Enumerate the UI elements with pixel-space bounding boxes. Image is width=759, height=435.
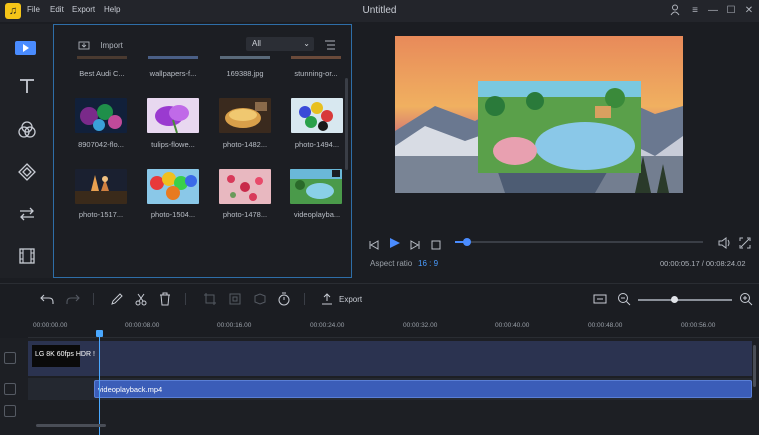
media-item-label[interactable]: photo-1504...: [143, 210, 203, 219]
overlays-tab-icon[interactable]: [0, 152, 53, 192]
zoom-in-icon[interactable]: [739, 292, 753, 306]
track-lock-icon[interactable]: [4, 405, 16, 417]
ruler-tick-label: 00:00:24.00: [310, 322, 345, 329]
playback-track[interactable]: [455, 238, 703, 246]
account-icon[interactable]: [668, 4, 682, 18]
thumb-edge: [220, 56, 270, 59]
export-button[interactable]: Export: [339, 295, 362, 304]
media-item-label[interactable]: photo-1494...: [287, 140, 347, 149]
aspect-ratio-select[interactable]: 16 : 9: [418, 259, 438, 268]
toolbar-divider: [93, 293, 94, 305]
stop-button[interactable]: [431, 237, 441, 255]
chevron-down-icon: ⌄: [303, 39, 310, 48]
media-item-label[interactable]: photo-1478...: [215, 210, 275, 219]
filter-value: All: [252, 39, 261, 48]
media-scrollbar[interactable]: [345, 78, 348, 170]
media-tab-icon[interactable]: [15, 41, 36, 55]
timeline-vscrollbar[interactable]: [753, 345, 756, 387]
fullscreen-icon[interactable]: [739, 236, 751, 254]
video-clip-label: LG 8K 60fps HDR !: [35, 351, 95, 358]
preview-canvas[interactable]: [395, 36, 683, 193]
crop-icon[interactable]: [203, 292, 217, 306]
zoom-out-icon[interactable]: [617, 292, 631, 306]
window-title: Untitled: [362, 5, 397, 16]
thumb-edge: [148, 56, 198, 59]
ruler-tick-label: 00:00:08.00: [125, 322, 160, 329]
playhead-handle[interactable]: [96, 330, 103, 337]
media-thumb[interactable]: [147, 169, 199, 204]
redo-icon[interactable]: [66, 292, 80, 306]
media-thumb[interactable]: [219, 169, 271, 204]
edit-icon[interactable]: [110, 292, 124, 306]
toolbar-divider: [185, 293, 186, 305]
zoom-slider-knob[interactable]: [670, 296, 678, 303]
track-visibility-icon[interactable]: [4, 352, 16, 364]
transitions-tab-icon[interactable]: [0, 194, 53, 234]
split-icon[interactable]: [134, 292, 148, 306]
volume-icon[interactable]: [718, 236, 732, 254]
media-thumb[interactable]: [290, 169, 342, 204]
thumb-edge: [291, 56, 341, 59]
maximize-icon[interactable]: ☐: [724, 4, 738, 18]
media-filter-select[interactable]: All ⌄: [246, 37, 314, 51]
menu-icon[interactable]: ≡: [688, 4, 702, 18]
timeline-hscrollbar[interactable]: [36, 424, 106, 427]
elements-tab-icon[interactable]: [0, 236, 53, 276]
media-thumb[interactable]: [75, 98, 127, 133]
media-thumb[interactable]: [291, 98, 343, 133]
media-panel: [53, 24, 352, 278]
close-icon[interactable]: ✕: [742, 4, 756, 18]
zoom-slider[interactable]: [638, 299, 732, 301]
minimize-icon[interactable]: —: [706, 4, 720, 18]
video-track[interactable]: [28, 341, 752, 376]
track-mute-icon[interactable]: [4, 383, 16, 395]
media-thumb[interactable]: [75, 169, 127, 204]
text-tab-icon[interactable]: [0, 66, 53, 106]
ruler-tick-label: 00:00:00.00: [33, 322, 68, 329]
import-label: Import: [100, 41, 123, 50]
ruler-tick-label: 00:00:56.00: [681, 322, 716, 329]
media-item-label[interactable]: 8907042-flo...: [71, 140, 131, 149]
filters-tab-icon[interactable]: [0, 110, 53, 150]
playhead[interactable]: [99, 330, 100, 435]
delete-icon[interactable]: [158, 292, 172, 306]
ruler-tick-label: 00:00:40.00: [495, 322, 530, 329]
media-item-label[interactable]: videoplayba...: [287, 210, 347, 219]
duration-icon[interactable]: [277, 292, 291, 306]
aspect-ratio-label: Aspect ratio: [370, 259, 413, 268]
list-view-icon[interactable]: [324, 38, 336, 50]
export-icon[interactable]: [320, 292, 334, 306]
media-thumb[interactable]: [147, 98, 199, 133]
mosaic-icon[interactable]: [228, 292, 242, 306]
play-button[interactable]: [388, 236, 401, 254]
media-item-label[interactable]: photo-1517...: [71, 210, 131, 219]
media-item-label[interactable]: stunning-or...: [286, 69, 346, 78]
undo-icon[interactable]: [40, 292, 54, 306]
media-thumb[interactable]: [219, 98, 271, 133]
ruler-tick-label: 00:00:48.00: [588, 322, 623, 329]
freeze-icon[interactable]: [253, 292, 267, 306]
audio-clip[interactable]: [94, 380, 752, 398]
media-item-label[interactable]: photo-1482...: [215, 140, 275, 149]
import-button[interactable]: Import: [78, 41, 123, 50]
prev-frame-icon[interactable]: [368, 237, 380, 255]
media-item-label[interactable]: 169388.jpg: [215, 69, 275, 78]
toolbar-divider: [304, 293, 305, 305]
media-item-label[interactable]: tulips-flowe...: [143, 140, 203, 149]
media-item-label[interactable]: Best Audi C...: [72, 69, 132, 78]
audio-clip-label: videoplayback.mp4: [98, 385, 163, 394]
media-item-label[interactable]: wallpapers-f...: [143, 69, 203, 78]
ruler-tick-label: 00:00:32.00: [403, 322, 438, 329]
thumb-edge: [77, 56, 127, 59]
fit-timeline-icon[interactable]: [593, 292, 607, 306]
ruler-tick-label: 00:00:16.00: [217, 322, 252, 329]
timecode-readout: 00:00:05.17 / 00:08:24.02: [660, 259, 746, 268]
next-frame-icon[interactable]: [409, 237, 421, 255]
